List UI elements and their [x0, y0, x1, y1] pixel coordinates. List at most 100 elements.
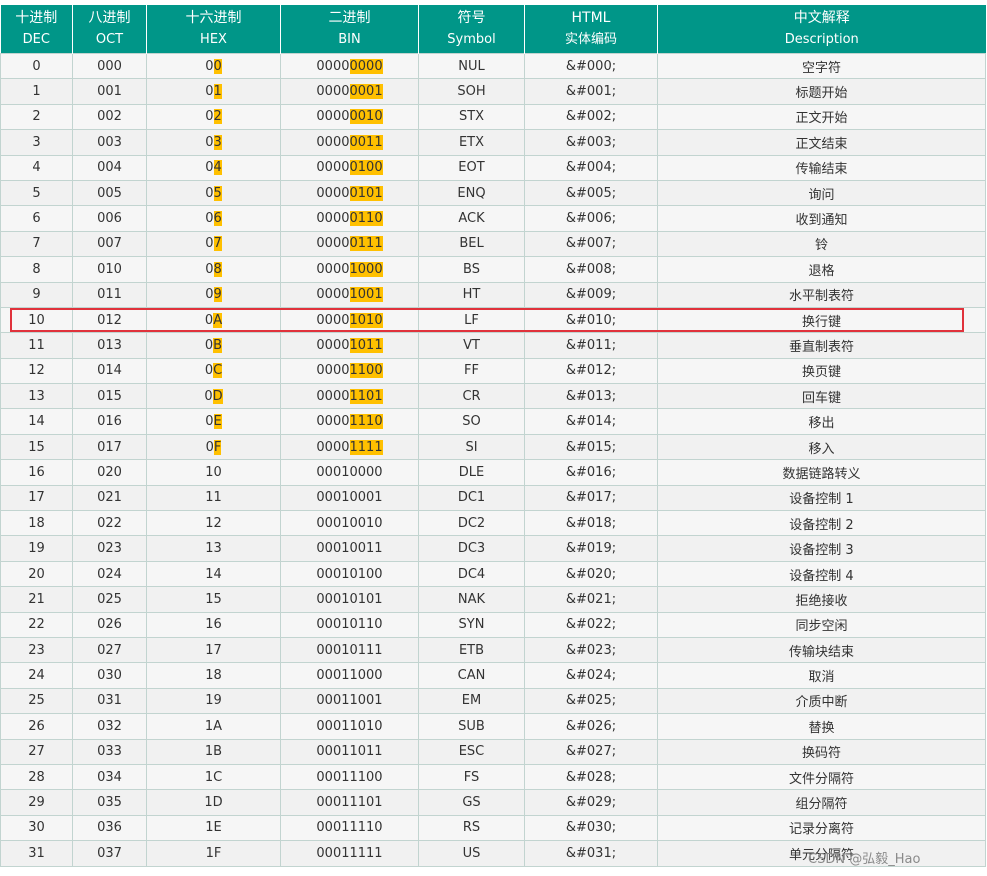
cell-bin: 00011000 — [280, 662, 419, 689]
header-bin-zh: 二进制 — [328, 10, 371, 26]
cell-oct: 025 — [72, 586, 147, 613]
cell-dec: 30 — [0, 814, 73, 842]
cell-dec: 11 — [0, 332, 73, 359]
cell-hex: 0A — [146, 306, 281, 334]
cell-bin-highlight: 0011 — [349, 134, 383, 150]
cell-hex-prefix: 0 — [205, 439, 214, 455]
table-wrapper: 十进制 DEC 八进制 OCT 十六进制 HEX 二进制 BIN 符号 Symbol HT… — [0, 5, 986, 867]
cell-oct: 002 — [72, 103, 147, 131]
cell-bin-prefix: 0000 — [316, 160, 350, 176]
cell-symbol: HT — [418, 281, 525, 308]
cell-symbol: ACK — [418, 205, 525, 232]
cell-oct: 026 — [72, 611, 147, 638]
cell-oct: 021 — [72, 484, 147, 512]
cell-bin: 00010101 — [280, 586, 419, 613]
cell-hex-prefix: 0 — [205, 134, 214, 150]
cell-symbol: BEL — [418, 230, 525, 258]
cell-bin-highlight: 0000 — [349, 58, 383, 74]
cell-html: &#002; — [524, 103, 658, 131]
cell-dec: 26 — [0, 713, 73, 740]
cell-description: 询问 — [657, 179, 986, 207]
cell-hex-highlight: 2 — [213, 109, 222, 125]
cell-dec: 9 — [0, 281, 73, 308]
cell-html: &#027; — [524, 738, 658, 765]
cell-hex: 00 — [146, 52, 281, 80]
cell-hex-prefix: 0 — [205, 109, 214, 125]
header-html: HTML 实体编码 — [524, 5, 658, 54]
cell-html: &#006; — [524, 205, 658, 232]
cell-bin: 00001100 — [280, 357, 419, 385]
table-row: 3 003 03 00000011 ETX &#003; 正文结束 — [0, 129, 986, 156]
cell-html: &#026; — [524, 713, 658, 740]
cell-symbol: FS — [418, 763, 525, 791]
cell-dec: 12 — [0, 357, 73, 385]
cell-dec: 6 — [0, 205, 73, 232]
table-row: 16 020 10 00010000 DLE &#016; 数据链路转义 — [0, 459, 986, 486]
table-row: 19 023 13 00010011 DC3 &#019; 设备控制 3 — [0, 535, 986, 562]
cell-dec: 24 — [0, 662, 73, 689]
cell-hex: 12 — [146, 510, 281, 537]
header-oct-zh: 八进制 — [88, 10, 131, 26]
cell-dec: 25 — [0, 687, 73, 715]
table-row: 10 012 0A 00001010 LF &#010; 换行键 — [0, 306, 986, 334]
cell-dec: 28 — [0, 763, 73, 791]
cell-dec: 15 — [0, 433, 73, 461]
cell-oct: 035 — [72, 789, 147, 816]
cell-bin-prefix: 0000 — [316, 287, 350, 303]
cell-bin: 00001011 — [280, 332, 419, 359]
cell-hex: 19 — [146, 687, 281, 715]
cell-html: &#014; — [524, 408, 658, 435]
header-hex-en: HEX — [200, 32, 227, 47]
table-row: 18 022 12 00010010 DC2 &#018; 设备控制 2 — [0, 510, 986, 537]
cell-bin: 00000001 — [280, 78, 419, 105]
ascii-table: 十进制 DEC 八进制 OCT 十六进制 HEX 二进制 BIN 符号 Symbol HT… — [0, 5, 986, 867]
cell-description: 垂直制表符 — [657, 332, 986, 359]
cell-html: &#020; — [524, 560, 658, 588]
cell-oct: 005 — [72, 179, 147, 207]
cell-hex: 10 — [146, 459, 281, 486]
cell-description: 正文结束 — [657, 129, 986, 156]
cell-oct: 006 — [72, 205, 147, 232]
cell-bin: 00010111 — [280, 636, 419, 664]
cell-html: &#021; — [524, 586, 658, 613]
cell-bin: 00001001 — [280, 281, 419, 308]
cell-symbol: DC1 — [418, 484, 525, 512]
cell-oct: 027 — [72, 636, 147, 664]
header-dec: 十进制 DEC — [0, 5, 73, 54]
cell-bin: 00000111 — [280, 230, 419, 258]
cell-hex-highlight: 6 — [213, 211, 222, 227]
cell-hex: 16 — [146, 611, 281, 638]
cell-dec: 5 — [0, 179, 73, 207]
cell-symbol: ETX — [418, 129, 525, 156]
table-row: 7 007 07 00000111 BEL &#007; 铃 — [0, 230, 986, 258]
table-row: 6 006 06 00000110 ACK &#006; 收到通知 — [0, 205, 986, 232]
cell-symbol: DC4 — [418, 560, 525, 588]
cell-symbol: DC2 — [418, 510, 525, 537]
cell-dec: 18 — [0, 510, 73, 537]
header-html-line1: HTML — [571, 10, 611, 26]
cell-symbol: SO — [418, 408, 525, 435]
cell-hex-highlight: B — [213, 337, 223, 353]
cell-oct: 003 — [72, 129, 147, 156]
cell-bin-prefix: 0000 — [316, 414, 350, 430]
cell-bin: 00000101 — [280, 179, 419, 207]
cell-html: &#022; — [524, 611, 658, 638]
cell-bin-highlight: 0001 — [349, 84, 383, 100]
cell-hex-highlight: 5 — [213, 185, 222, 201]
cell-html: &#019; — [524, 535, 658, 562]
cell-html: &#030; — [524, 814, 658, 842]
cell-symbol: SOH — [418, 78, 525, 105]
table-row: 5 005 05 00000101 ENQ &#005; 询问 — [0, 179, 986, 207]
cell-bin: 00011101 — [280, 789, 419, 816]
header-hex: 十六进制 HEX — [146, 5, 281, 54]
cell-bin: 00000110 — [280, 205, 419, 232]
cell-dec: 1 — [0, 78, 73, 105]
cell-symbol: SYN — [418, 611, 525, 638]
cell-bin: 00001010 — [280, 306, 419, 334]
cell-dec: 21 — [0, 586, 73, 613]
cell-bin-highlight: 1100 — [349, 363, 383, 379]
cell-bin: 00011110 — [280, 814, 419, 842]
cell-bin: 00011001 — [280, 687, 419, 715]
table-row: 21 025 15 00010101 NAK &#021; 拒绝接收 — [0, 586, 986, 613]
cell-symbol: FF — [418, 357, 525, 385]
